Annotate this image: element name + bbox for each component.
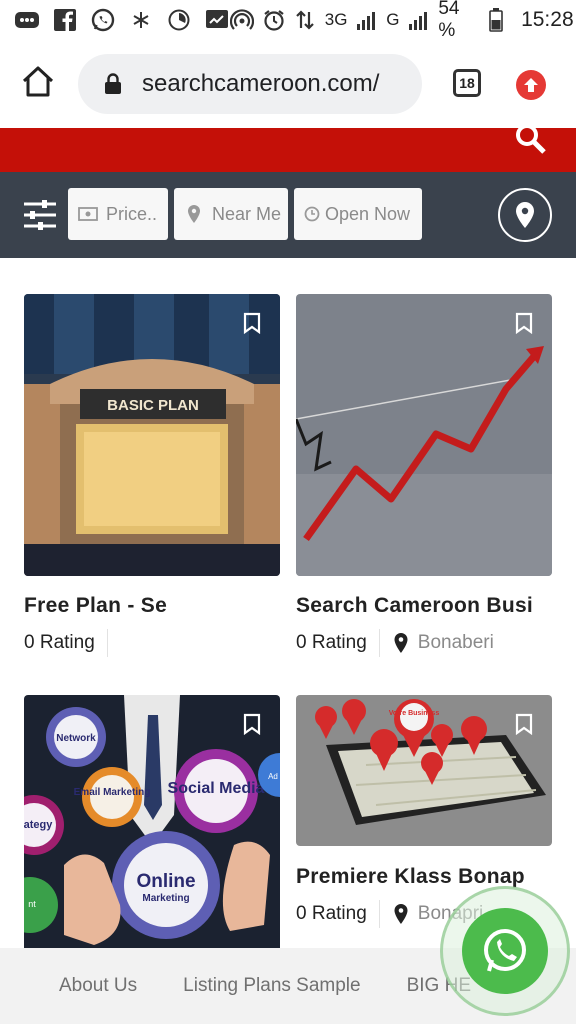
map-marker-icon <box>394 633 408 653</box>
rating-label: 0 Rating <box>296 903 367 924</box>
whatsapp-icon <box>484 929 526 972</box>
listing-meta: 0 Rating Bonaberi <box>296 629 494 657</box>
votre-business-label: Votre Business <box>389 710 440 717</box>
svg-text:Ad: Ad <box>268 772 278 781</box>
rating-label: 0 Rating <box>296 632 367 653</box>
open-now-filter[interactable]: Open Now <box>294 188 422 240</box>
meta-divider <box>106 629 108 657</box>
alarm-icon <box>262 7 286 33</box>
footer-link-listing-plans[interactable]: Listing Plans Sample <box>183 975 360 997</box>
listing-card[interactable]: Votre Business Premiere Klass Bonap 0 Ra… <box>296 695 552 928</box>
data-arrows-icon <box>294 7 317 33</box>
bookmark-icon[interactable] <box>514 713 534 735</box>
browser-toolbar: searchcameroon.com/ 18 <box>0 40 576 128</box>
money-icon <box>78 204 98 224</box>
map-marker-icon <box>394 904 408 924</box>
site-header <box>0 124 576 172</box>
lock-icon <box>105 73 121 94</box>
svg-text:Online: Online <box>136 871 195 892</box>
chart-icon <box>204 7 230 33</box>
location-pin-icon <box>516 202 534 228</box>
network-3g-label: 3G <box>324 10 348 29</box>
listing-image[interactable]: Network Email Marketing Social Media ate… <box>24 695 280 955</box>
update-button[interactable] <box>516 70 546 100</box>
price-filter-label: Price.. <box>106 203 158 224</box>
footer-link-about-us[interactable]: About Us <box>59 975 137 997</box>
hotspot-icon <box>230 7 254 33</box>
battery-percent: 54 % <box>438 0 460 41</box>
price-filter[interactable]: Price.. <box>68 188 168 240</box>
basic-plan-sign: BASIC PLAN <box>107 397 199 414</box>
search-icon <box>516 124 546 154</box>
locate-me-button[interactable] <box>498 188 552 242</box>
signal-icon-2 <box>408 7 431 33</box>
address-bar[interactable]: searchcameroon.com/ <box>78 54 422 114</box>
basic-plan-storefront-image: BASIC PLAN <box>24 294 280 576</box>
whatsapp-icon <box>90 7 116 33</box>
home-button[interactable] <box>20 64 56 100</box>
near-me-filter[interactable]: Near Me <box>174 188 288 240</box>
svg-text:nt: nt <box>28 899 36 909</box>
meta-divider <box>378 629 380 657</box>
svg-text:Marketing: Marketing <box>142 893 189 904</box>
message-icon <box>14 7 40 33</box>
network-g-label: G <box>386 10 400 29</box>
tab-switcher-button[interactable]: 18 <box>453 69 481 97</box>
svg-text:Network: Network <box>56 733 96 744</box>
whatsapp-chat-button[interactable] <box>440 886 570 1016</box>
bookmark-icon[interactable] <box>242 713 262 735</box>
snowflake-icon <box>128 7 154 33</box>
search-button[interactable] <box>514 122 548 156</box>
listing-image[interactable] <box>296 294 552 576</box>
status-bar: 3G G 54 % 15:28 <box>0 0 576 41</box>
filter-bar: Price.. Near Me Open Now <box>0 172 576 258</box>
open-now-filter-label: Open Now <box>325 203 411 224</box>
whatsapp-badge <box>462 908 548 994</box>
clock-icon <box>304 204 320 224</box>
bookmark-icon[interactable] <box>242 312 262 334</box>
listing-card[interactable]: BASIC PLAN Free Plan - Se 0 Rating <box>24 294 280 657</box>
listing-title[interactable]: Search Cameroon Busi <box>296 594 552 618</box>
clock: 15:28 <box>521 8 574 31</box>
listing-title[interactable]: Premiere Klass Bonap <box>296 865 552 889</box>
listing-card[interactable]: Search Cameroon Busi 0 Rating Bonaberi <box>296 294 552 657</box>
bookmark-icon[interactable] <box>514 312 534 334</box>
listing-image[interactable]: Votre Business <box>296 695 552 846</box>
facebook-icon <box>52 7 78 33</box>
location-label: Bonaberi <box>417 632 494 653</box>
svg-text:ategy: ategy <box>24 819 53 831</box>
filters-button[interactable] <box>22 197 58 233</box>
url-text: searchcameroon.com/ <box>142 70 380 97</box>
signal-icon <box>355 7 378 33</box>
meta-divider <box>378 900 380 928</box>
sliders-icon <box>24 200 56 230</box>
near-me-filter-label: Near Me <box>212 203 282 224</box>
svg-text:Social Media: Social Media <box>168 780 265 797</box>
svg-text:Email Marketing: Email Marketing <box>74 787 151 798</box>
home-icon <box>22 66 54 97</box>
listing-image[interactable]: BASIC PLAN <box>24 294 280 576</box>
listing-card[interactable]: Network Email Marketing Social Media ate… <box>24 695 280 955</box>
timer-icon <box>166 7 192 33</box>
battery-icon <box>484 7 507 33</box>
map-marker-icon <box>184 204 204 224</box>
listing-title[interactable]: Free Plan - Se <box>24 594 280 618</box>
rating-label: 0 Rating <box>24 632 95 653</box>
listing-meta: 0 Rating <box>24 629 116 657</box>
growth-chart-image <box>296 294 552 576</box>
arrow-up-icon <box>524 78 538 92</box>
